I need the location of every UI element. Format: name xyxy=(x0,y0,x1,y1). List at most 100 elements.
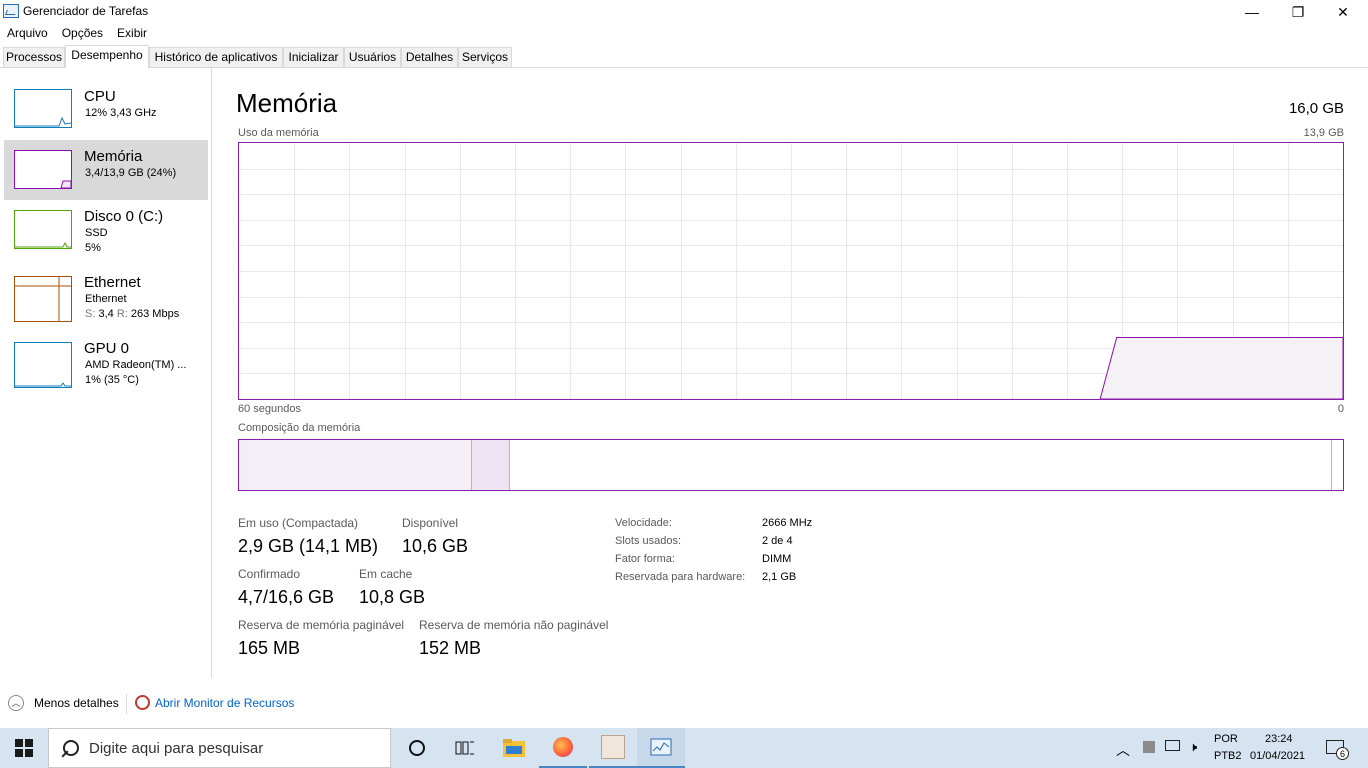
detail-speed-value: 2666 MHz xyxy=(762,517,813,529)
ethernet-thumbnail xyxy=(14,276,72,322)
sidebar-item-detail-2: 1% (35 °C) xyxy=(85,374,139,386)
search-placeholder: Digite aqui para pesquisar xyxy=(89,740,264,757)
sidebar-item-detail-2: 5% xyxy=(85,242,101,254)
firefox-logo xyxy=(553,737,573,757)
detail-reserved-label: Reservada para hardware: xyxy=(615,571,746,583)
tray-app-icon[interactable] xyxy=(1143,741,1155,753)
tab-historico[interactable]: Histórico de aplicativos xyxy=(149,47,283,67)
windows-logo-icon xyxy=(15,739,33,757)
detail-slots-label: Slots usados: xyxy=(615,535,682,547)
footer-divider xyxy=(126,694,127,714)
graph-max: 13,9 GB xyxy=(1303,127,1344,139)
memory-thumbnail xyxy=(14,150,72,189)
footer-bar: ︿ Menos detalhes Abrir Monitor de Recurs… xyxy=(0,690,1368,718)
menu-opcoes[interactable]: Opções xyxy=(55,24,110,42)
sidebar-item-throughput: S: 3,4 R: 263 Mbps xyxy=(85,308,179,320)
minimize-button[interactable]: — xyxy=(1229,0,1275,24)
sidebar-item-label: GPU 0 xyxy=(84,340,130,357)
total-memory: 16,0 GB xyxy=(1288,100,1344,117)
clock-date[interactable]: 01/04/2021 xyxy=(1250,750,1305,762)
windows-start-icon[interactable] xyxy=(0,728,48,768)
volume-icon[interactable]: 🕨 xyxy=(1189,739,1197,755)
graph-time-right: 0 xyxy=(1337,403,1344,415)
sidebar-item-gpu[interactable]: GPU 0 AMD Radeon(TM) ... 1% (35 °C) xyxy=(4,334,208,394)
resource-monitor-icon[interactable] xyxy=(135,695,150,710)
sidebar-item-ethernet[interactable]: Ethernet Ethernet S: 3,4 R: 263 Mbps xyxy=(4,268,208,328)
app-avatar-icon[interactable] xyxy=(589,728,637,768)
sidebar-item-detail: AMD Radeon(TM) ... xyxy=(85,359,187,371)
sidebar-item-disco[interactable]: Disco 0 (C:) SSD 5% xyxy=(4,202,208,262)
sidebar-item-label: Ethernet xyxy=(84,274,141,291)
page-title: Memória xyxy=(236,88,338,118)
resource-monitor-link[interactable]: Abrir Monitor de Recursos xyxy=(155,696,294,710)
restore-button[interactable]: ❐ xyxy=(1275,0,1321,24)
memory-thumbnail-graph xyxy=(60,180,71,188)
clock-time[interactable]: 23:24 xyxy=(1265,733,1293,745)
graph-label: Uso da memória xyxy=(238,127,319,139)
firefox-icon[interactable] xyxy=(539,728,587,768)
task-view-icon[interactable] xyxy=(441,728,489,768)
memory-composition-bar xyxy=(238,439,1344,491)
task-manager-taskbar-icon[interactable] xyxy=(637,728,685,768)
file-explorer-icon[interactable] xyxy=(490,728,538,768)
gpu-thumbnail-graph xyxy=(15,382,71,387)
available-label: Disponível xyxy=(402,516,459,530)
detail-form-factor-label: Fator forma: xyxy=(615,553,675,565)
sidebar-item-label: Memória xyxy=(84,148,143,165)
cortana-icon[interactable] xyxy=(393,728,441,768)
folder-icon xyxy=(503,739,525,757)
sidebar-item-detail: 3,4/13,9 GB (24%) xyxy=(85,167,177,179)
memory-usage-graph-svg xyxy=(239,143,1343,399)
committed-label: Confirmado xyxy=(238,567,301,581)
tab-desempenho[interactable]: Desempenho xyxy=(65,45,149,68)
composition-standby-divider xyxy=(1331,440,1332,490)
taskbar-search[interactable]: Digite aqui para pesquisar xyxy=(48,728,391,768)
send-label: S: xyxy=(85,308,96,320)
close-button[interactable]: ✕ xyxy=(1320,0,1366,24)
menu-exibir[interactable]: Exibir xyxy=(110,24,154,42)
cpu-thumbnail-graph xyxy=(15,116,71,127)
menu-bar: Arquivo Opções Exibir xyxy=(0,24,154,42)
sidebar-item-memoria[interactable]: Memória 3,4/13,9 GB (24%) xyxy=(4,140,208,200)
nonpaged-pool-value: 152 MB xyxy=(419,638,482,658)
memory-usage-graph xyxy=(238,142,1344,400)
network-icon[interactable] xyxy=(1165,740,1180,751)
cortana-circle xyxy=(409,740,425,756)
detail-speed-label: Velocidade: xyxy=(615,517,672,529)
language-secondary[interactable]: PTB2 xyxy=(1214,750,1242,762)
tab-inicializar[interactable]: Inicializar xyxy=(283,47,344,67)
performance-sidebar: CPU 12% 3,43 GHz Memória 3,4/13,9 GB (24… xyxy=(0,68,212,678)
detail-reserved-value: 2,1 GB xyxy=(762,571,797,583)
sidebar-item-detail: SSD xyxy=(85,227,108,239)
task-manager-glyph xyxy=(650,738,672,756)
sidebar-item-detail: 12% 3,43 GHz xyxy=(85,107,157,119)
sidebar-item-cpu[interactable]: CPU 12% 3,43 GHz xyxy=(4,82,208,138)
detail-form-factor-value: DIMM xyxy=(762,553,792,565)
sidebar-item-label: Disco 0 (C:) xyxy=(84,208,164,225)
tab-servicos[interactable]: Serviços xyxy=(458,47,512,67)
tab-processos[interactable]: Processos xyxy=(3,47,65,67)
title-bar: Gerenciador de Tarefas — ❐ ✕ xyxy=(0,0,1368,24)
cached-label: Em cache xyxy=(359,567,413,581)
language-primary[interactable]: POR xyxy=(1214,733,1238,745)
receive-label: R: xyxy=(116,308,128,320)
in-use-value: 2,9 GB (14,1 MB) xyxy=(238,536,379,556)
notification-count-badge: 6 xyxy=(1336,747,1349,760)
paged-pool-label: Reserva de memória paginável xyxy=(238,618,405,632)
tray-expand-icon[interactable]: ︿ xyxy=(1116,740,1130,760)
tab-usuarios[interactable]: Usuários xyxy=(344,47,401,67)
cpu-thumbnail xyxy=(14,89,72,128)
chevron-up-icon[interactable]: ︿ xyxy=(8,695,24,711)
anime-app-thumbnail xyxy=(601,735,625,759)
composition-label: Composição da memória xyxy=(238,422,361,434)
tab-detalhes[interactable]: Detalhes xyxy=(401,47,458,67)
receive-value: 263 Mbps xyxy=(130,308,180,320)
committed-value: 4,7/16,6 GB xyxy=(238,587,335,607)
menu-arquivo[interactable]: Arquivo xyxy=(0,24,55,42)
task-manager-icon xyxy=(3,4,19,18)
task-view-glyph xyxy=(455,741,474,755)
gpu-thumbnail xyxy=(14,342,72,388)
sidebar-item-detail: Ethernet xyxy=(85,293,127,305)
nonpaged-pool-label: Reserva de memória não paginável xyxy=(419,618,609,632)
less-details-link[interactable]: Menos detalhes xyxy=(34,696,119,710)
